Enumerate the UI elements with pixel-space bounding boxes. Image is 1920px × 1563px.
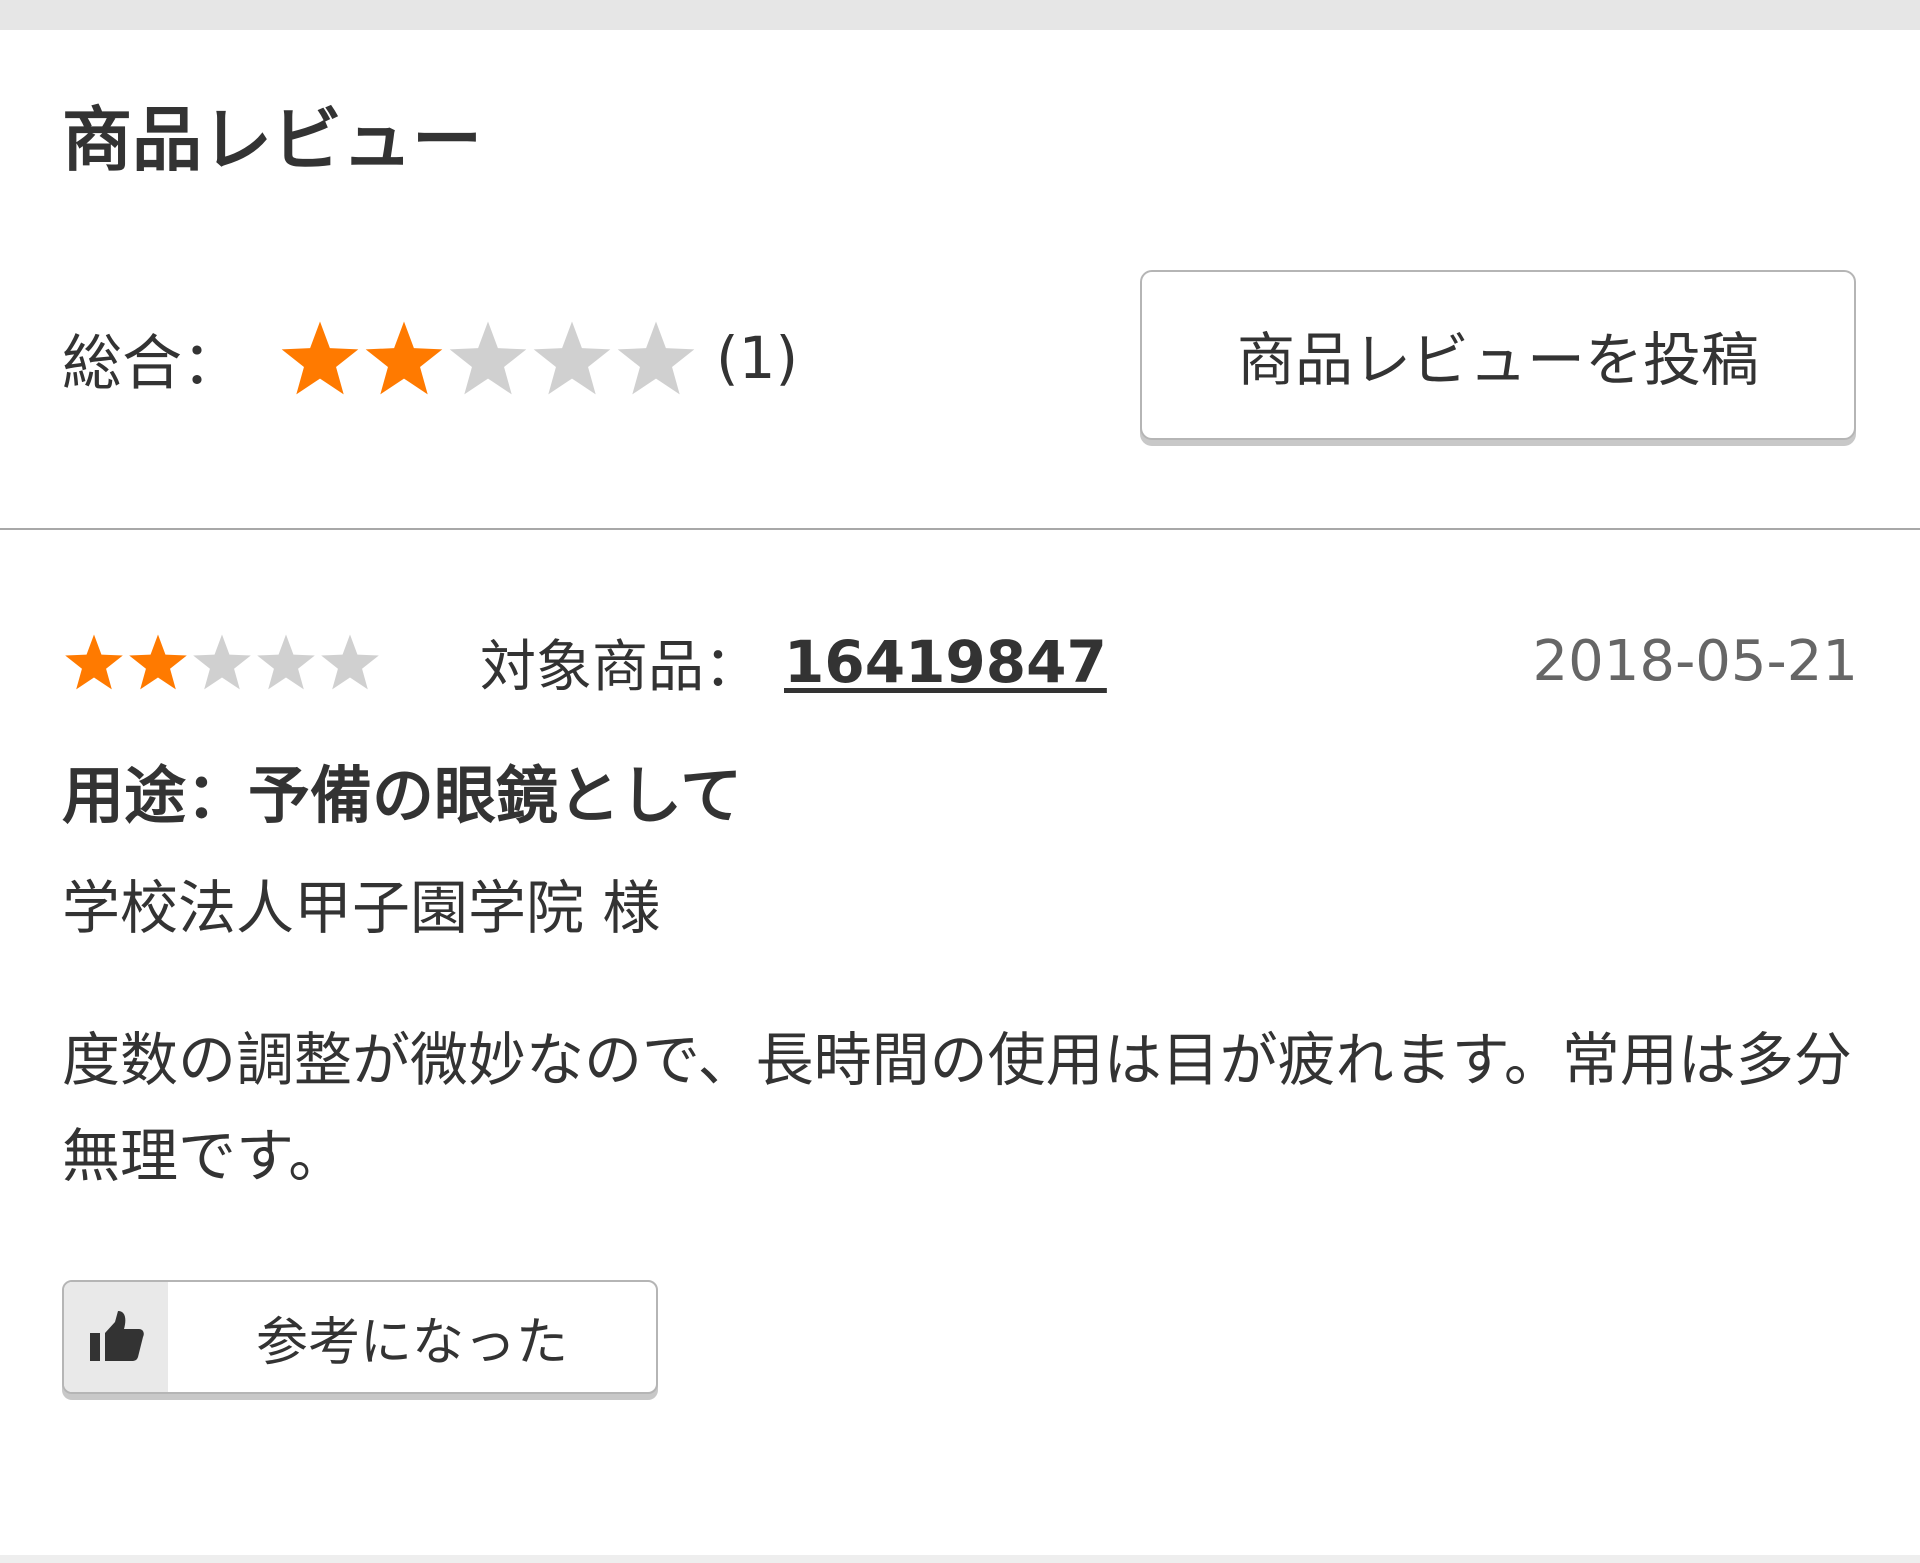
divider [0, 528, 1920, 530]
product-code-link[interactable]: 16419847 [784, 628, 1107, 696]
star-empty-icon [617, 321, 695, 395]
summary-stars [278, 318, 698, 398]
star-filled-icon [365, 321, 443, 395]
helpful-button[interactable]: 参考になった [62, 1280, 658, 1394]
star-filled-icon [281, 321, 359, 395]
star-filled-icon [129, 634, 187, 690]
summary-label: 総合： [62, 328, 242, 399]
thumbs-up-icon [64, 1282, 168, 1392]
reviewer-name: 学校法人甲子園学院 様 [62, 874, 661, 942]
bottom-band [0, 1555, 1920, 1563]
star-empty-icon [257, 634, 315, 690]
section-title: 商品レビュー [62, 99, 482, 181]
target-product-label: 対象商品： [480, 634, 760, 700]
star-filled-icon [65, 634, 123, 690]
star-empty-icon [533, 321, 611, 395]
review-stars [62, 632, 382, 692]
star-empty-icon [449, 321, 527, 395]
target-product: 対象商品： 16419847 [480, 622, 1107, 702]
top-band [0, 0, 1920, 30]
review-count: (1) [716, 324, 799, 392]
summary-rating: 総合： (1) [62, 318, 799, 399]
star-empty-icon [321, 634, 379, 690]
star-empty-icon [193, 634, 251, 690]
review-date: 2018-05-21 [1532, 629, 1858, 694]
helpful-button-label: 参考になった [255, 1312, 568, 1373]
review-header: 対象商品： 16419847 2018-05-21 [62, 622, 1858, 702]
post-review-button[interactable]: 商品レビューを投稿 [1140, 270, 1856, 440]
review-usage: 用途：予備の眼鏡として [62, 759, 743, 832]
review-body: 度数の調整が微妙なので、長時間の使用は目が疲れます。常用は多分無理です。 [62, 1026, 1852, 1190]
